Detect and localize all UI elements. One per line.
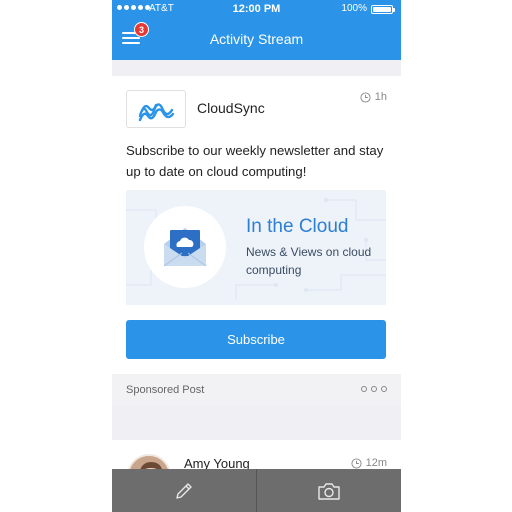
promo-icon-circle xyxy=(144,206,226,288)
battery-percentage: 100% xyxy=(341,3,367,14)
brand-logo[interactable] xyxy=(126,90,186,128)
promo-subtitle: News & Views on cloud computing xyxy=(246,245,372,277)
more-options-icon[interactable] xyxy=(361,386,387,392)
compose-button[interactable] xyxy=(112,469,256,512)
post-timestamp: 12m xyxy=(351,457,387,469)
camera-button[interactable] xyxy=(256,469,401,512)
clock-icon xyxy=(351,457,362,469)
post-card: CloudSync 1h Subscribe to our weekly new… xyxy=(112,76,401,406)
phone-screen: AT&T 12:00 PM 100% 3 Activity Stream Clo… xyxy=(112,0,401,512)
subscribe-button[interactable]: Subscribe xyxy=(126,320,386,359)
pencil-icon xyxy=(176,482,192,499)
promo-title: In the Cloud xyxy=(246,216,349,237)
status-bar: AT&T 12:00 PM 100% xyxy=(112,2,401,18)
post-timestamp: 1h xyxy=(360,91,387,103)
camera-icon xyxy=(318,482,340,500)
promo-banner[interactable]: In the Cloud News & Views on cloud compu… xyxy=(126,190,386,305)
envelope-cloud-icon xyxy=(163,228,207,267)
bottom-toolbar xyxy=(112,469,401,512)
brand-name: CloudSync xyxy=(197,100,265,116)
battery-icon xyxy=(371,5,395,14)
app-header: AT&T 12:00 PM 100% 3 Activity Stream xyxy=(112,0,401,60)
page-title: Activity Stream xyxy=(209,31,304,47)
clock-icon xyxy=(360,91,371,103)
sponsored-label: Sponsored Post xyxy=(126,384,205,396)
post-time-label: 1h xyxy=(374,91,387,103)
cloudsync-logo-icon xyxy=(138,103,175,122)
post-time-label: 12m xyxy=(365,457,387,469)
post-text: Subscribe to our weekly newsletter and s… xyxy=(126,143,384,179)
sponsored-footer: Sponsored Post xyxy=(112,374,401,406)
